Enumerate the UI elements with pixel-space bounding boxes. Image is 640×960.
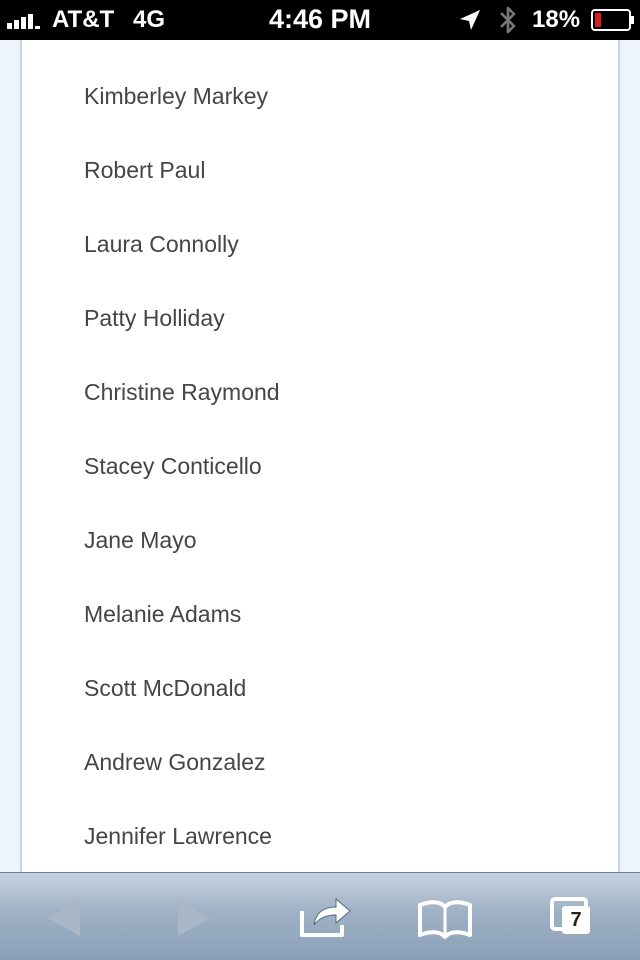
forward-arrow-icon	[178, 900, 210, 936]
list-item: Jennifer Lawrence	[84, 823, 272, 849]
back-button[interactable]	[30, 891, 100, 945]
bluetooth-icon	[500, 6, 516, 34]
battery-icon	[591, 9, 634, 31]
list-item: Andrew Gonzalez	[84, 749, 266, 775]
tab-count-badge[interactable]: 7	[562, 906, 590, 934]
content-panel: Kimberley Markey Robert Paul Laura Conno…	[20, 40, 620, 880]
forward-button[interactable]	[158, 891, 228, 945]
back-arrow-icon	[48, 900, 80, 936]
browser-toolbar	[0, 872, 640, 960]
bookmarks-icon	[418, 900, 472, 939]
status-bar: AT&T 4G 4:46 PM 18%	[0, 0, 640, 40]
battery-percent: 18%	[532, 6, 581, 33]
list-item: Stacey Conticello	[84, 453, 262, 479]
list-item: Jane Mayo	[84, 527, 197, 553]
web-page[interactable]: Kimberley Markey Robert Paul Laura Conno…	[0, 40, 640, 880]
share-icon	[300, 897, 351, 937]
list-item: Melanie Adams	[84, 601, 242, 627]
bookmarks-button[interactable]	[410, 891, 480, 945]
list-item: Christine Raymond	[84, 379, 280, 405]
list-item: Laura Connolly	[84, 231, 239, 257]
location-arrow-icon	[460, 10, 480, 30]
share-button[interactable]	[290, 891, 360, 945]
list-item: Robert Paul	[84, 157, 206, 183]
list-item: Patty Holliday	[84, 305, 225, 331]
list-item: Kimberley Markey	[84, 83, 269, 109]
list-item: Scott McDonald	[84, 675, 247, 701]
